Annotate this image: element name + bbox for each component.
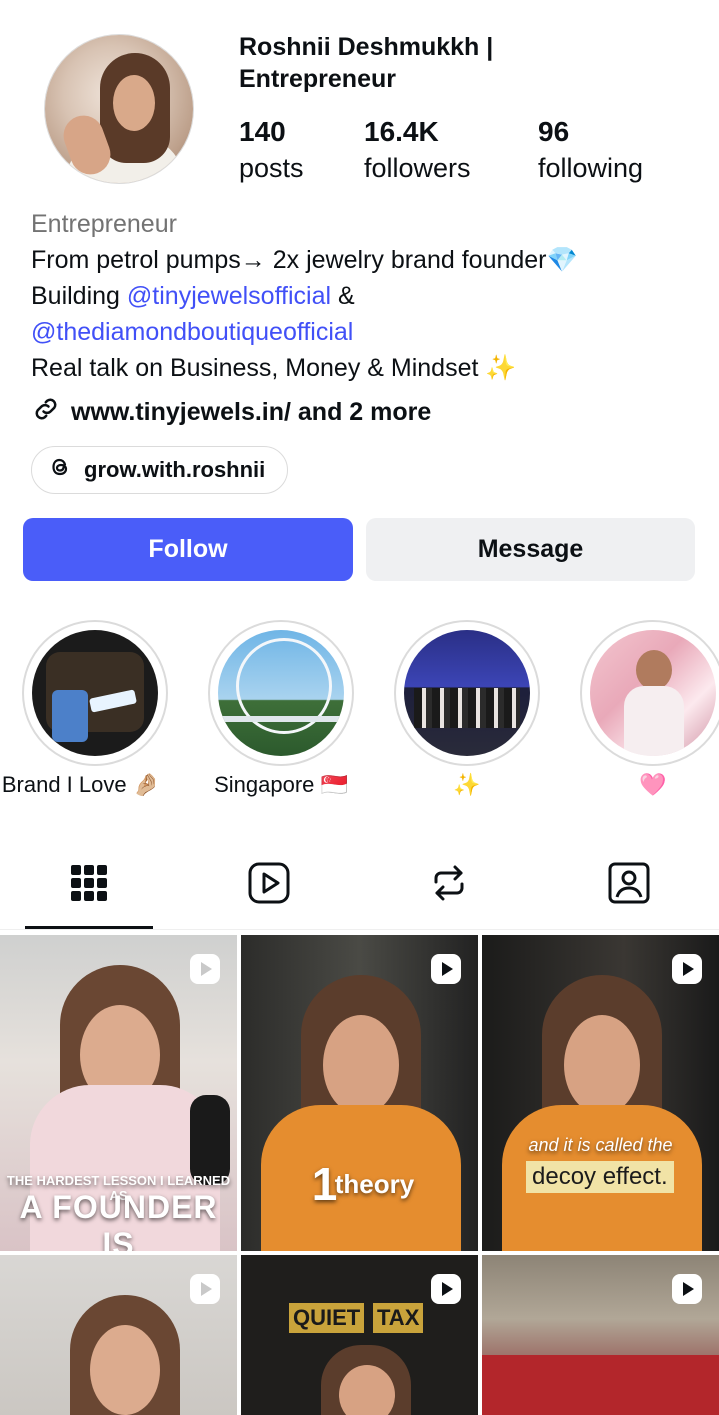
tab-reposts[interactable] <box>426 860 472 906</box>
highlight-label: Singapore 🇸🇬 <box>214 772 348 797</box>
stat-followers-value: 16.4K <box>364 116 439 147</box>
message-button[interactable]: Message <box>366 518 695 581</box>
link-icon <box>31 394 61 431</box>
highlight-label: 🩷 <box>639 772 667 797</box>
reel-thumbnail[interactable] <box>0 1255 237 1415</box>
reel-icon <box>431 1274 461 1304</box>
threads-badge[interactable]: grow.with.roshnii <box>31 446 289 494</box>
external-link-text: www.tinyjewels.in/ and 2 more <box>71 398 432 426</box>
tab-posts-grid[interactable] <box>66 860 112 906</box>
profile-name: Roshnii Deshmukkh | Entrepreneur <box>239 33 494 93</box>
tab-reels[interactable] <box>246 860 292 906</box>
bio-line: Real talk on Business, Money & Mindset ✨ <box>31 354 517 382</box>
external-link[interactable]: www.tinyjewels.in/ and 2 more <box>31 394 431 431</box>
reel-caption: and it is called the <box>528 1135 673 1155</box>
reel-icon <box>190 954 220 984</box>
follow-button[interactable]: Follow <box>23 518 353 581</box>
reel-caption: QUIET <box>289 1303 365 1333</box>
bio-line: Building @tinyjewelsofficial & <box>31 278 355 314</box>
divider <box>0 929 719 930</box>
stat-following-label: following <box>538 153 644 183</box>
reel-caption: theory <box>334 1169 415 1199</box>
tagged-icon <box>608 862 650 904</box>
reposts-icon <box>434 865 464 901</box>
profile-avatar[interactable] <box>45 35 193 183</box>
highlight-cover <box>218 630 344 756</box>
reel-caption: A FOUNDER IS <box>19 1189 218 1251</box>
reel-caption: TAX <box>373 1303 424 1333</box>
reel-thumbnail[interactable]: QUIET TAX <box>241 1255 478 1415</box>
threads-handle: grow.with.roshnii <box>84 457 266 482</box>
stat-posts-label: posts <box>239 153 304 183</box>
highlight-label: ✨ <box>453 772 481 797</box>
mention-link-tinyjewels[interactable]: @tinyjewelsofficial <box>127 282 331 310</box>
reel-caption: decoy effect. <box>526 1161 674 1193</box>
reel-icon <box>431 954 461 984</box>
highlight-cover <box>590 630 716 756</box>
story-highlight-brand[interactable] <box>22 620 168 766</box>
story-highlight-family[interactable] <box>580 620 719 766</box>
threads-icon <box>48 455 72 485</box>
bio-text: & <box>331 282 355 310</box>
reel-icon <box>672 1274 702 1304</box>
story-highlight-singapore[interactable] <box>208 620 354 766</box>
highlight-cover <box>32 630 158 756</box>
reel-icon <box>672 954 702 984</box>
profile-category: Entrepreneur <box>31 210 177 238</box>
highlight-label: Brand I Love 🤌🏼 <box>1 772 161 797</box>
stat-following-value: 96 <box>538 116 570 147</box>
grid-icon <box>71 865 107 901</box>
story-highlight-event[interactable] <box>394 620 540 766</box>
reel-thumbnail[interactable]: THE HARDEST LESSON I LEARNED AS A FOUNDE… <box>0 935 237 1251</box>
tab-tagged[interactable] <box>606 860 652 906</box>
reel-thumbnail[interactable]: and it is called the decoy effect. <box>482 935 719 1251</box>
bio-line: From petrol pumps→ 2x jewelry brand foun… <box>31 246 578 274</box>
reels-icon <box>248 862 290 904</box>
stat-followers-label: followers <box>364 153 471 183</box>
highlight-cover <box>404 630 530 756</box>
stat-posts-value: 140 <box>239 116 286 147</box>
mention-link-diamondboutique[interactable]: @thediamondboutiqueofficial <box>31 314 353 350</box>
bio-text: Building <box>31 282 127 310</box>
reel-thumbnail[interactable] <box>482 1255 719 1415</box>
reel-icon <box>190 1274 220 1304</box>
reel-thumbnail[interactable]: 1 theory <box>241 935 478 1251</box>
